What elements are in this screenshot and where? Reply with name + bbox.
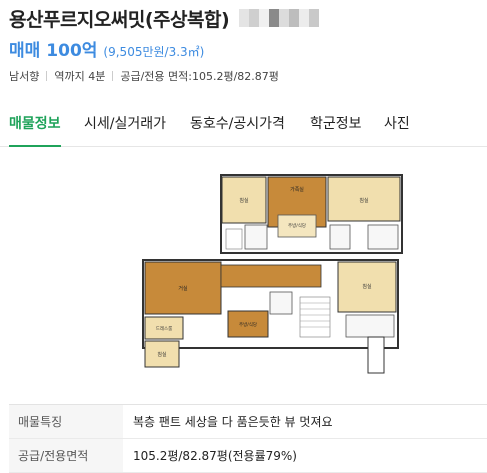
detail-value: 복층 팬트 세상을 다 품은듯한 뷰 멋져요 [133, 415, 333, 429]
floorplan-svg: 침실 가족실 주방/식당 침실 거실 주방/식당 드레스룸 침실 침실 [142, 174, 403, 374]
label-dress: 드레스룸 [156, 325, 173, 332]
floorplan-image: 침실 가족실 주방/식당 침실 거실 주방/식당 드레스룸 침실 침실 [0, 147, 487, 390]
deal-type: 매매 [9, 41, 41, 61]
tab-listing-info[interactable]: 매물정보 [9, 105, 61, 147]
label-upper-bed-left: 침실 [239, 197, 249, 204]
tab-price-history[interactable]: 시세/실거래가 [84, 105, 166, 147]
upper-bath-mid [329, 224, 351, 250]
price-value: 100억 [46, 41, 98, 61]
title-row: 용산푸르지오써밋(주상복합) [9, 3, 320, 33]
label-lower-bed-left: 침실 [157, 351, 167, 358]
tab-unit-official-price[interactable]: 동호수/공시가격 [190, 105, 285, 147]
corridor [220, 264, 322, 288]
tab-bar: 매물정보 시세/실거래가 동호수/공시가격 학군정보 사진 [0, 105, 487, 147]
label-upper-bed-right: 침실 [359, 197, 369, 204]
tab-school-info[interactable]: 학군정보 [310, 105, 362, 147]
listing-header: 용산푸르지오써밋(주상복합) 매매 100억 (9,505만원/3.3㎡) 남서… [0, 0, 487, 105]
upper-bath-right [367, 224, 399, 250]
upper-closet [225, 228, 243, 250]
balcony [367, 336, 385, 374]
detail-row-area: 공급/전용면적 105.2평/82.87평(전용률79%) [9, 439, 487, 473]
listing-title: 용산푸르지오써밋(주상복합) [9, 8, 230, 31]
label-living: 거실 [178, 285, 188, 292]
label-lower-bed-right: 침실 [362, 283, 372, 290]
label-lower-kitchen: 주방/식당 [239, 321, 257, 328]
label-upper-kitchen: 주방/식당 [288, 222, 306, 229]
price-row: 매매 100억 (9,505만원/3.3㎡) [9, 36, 204, 61]
area-info: 공급/전용 면적:105.2평/82.87평 [120, 70, 279, 83]
detail-key: 공급/전용면적 [9, 439, 123, 472]
label-family: 가족실 [290, 186, 304, 193]
info-row: 남서향 역까지 4분 공급/전용 면적:105.2평/82.87평 [9, 68, 279, 84]
detail-key: 매물특징 [9, 405, 123, 438]
price-per-area: (9,505만원/3.3㎡) [103, 45, 205, 59]
lower-bath-mid [269, 291, 293, 315]
lower-bath-right [345, 314, 395, 338]
masked-unit-number [239, 9, 320, 27]
divider [112, 71, 114, 81]
detail-row-feature: 매물특징 복층 팬트 세상을 다 품은듯한 뷰 멋져요 [9, 405, 487, 439]
upper-bath-left [244, 224, 268, 250]
direction: 남서향 [9, 70, 40, 83]
station-distance: 역까지 4분 [54, 70, 106, 83]
tab-photos[interactable]: 사진 [384, 105, 410, 147]
divider [46, 71, 48, 81]
detail-value: 105.2평/82.87평(전용률79%) [133, 449, 297, 463]
detail-table: 매물특징 복층 팬트 세상을 다 품은듯한 뷰 멋져요 공급/전용면적 105.… [9, 404, 487, 473]
